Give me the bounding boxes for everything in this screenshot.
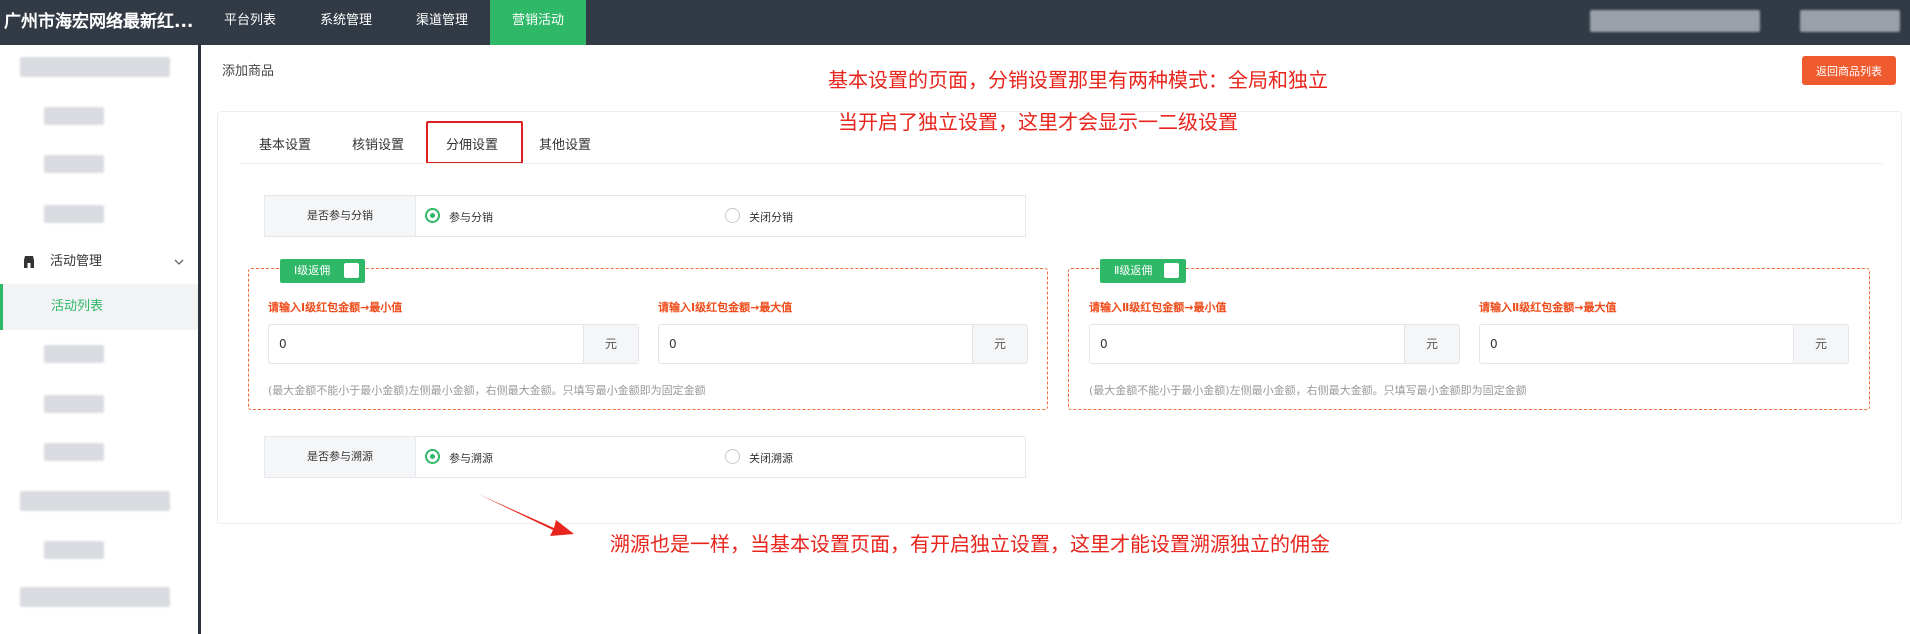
level2-min-unit: 元 (1404, 325, 1459, 363)
nav-tab-marketing[interactable]: 营销活动 (490, 0, 586, 45)
annotation-line3: 溯源也是一样，当基本设置页面，有开启独立设置，这里才能设置溯源独立的佣金 (610, 532, 1330, 556)
level1-max-value: 0 (669, 337, 677, 351)
level1-max-input[interactable]: 0 元 (658, 324, 1028, 364)
shop-icon (24, 256, 34, 268)
level2-max-input[interactable]: 0 元 (1479, 324, 1849, 364)
traceability-off-radio[interactable] (725, 449, 740, 464)
sidebar-item-redacted[interactable] (44, 107, 104, 125)
tab-highlight-box (426, 121, 523, 164)
distribution-on-label[interactable]: 参与分销 (449, 209, 493, 225)
distribution-label: 是否参与分销 (265, 196, 416, 236)
nav-tab-system-management[interactable]: 系统管理 (306, 0, 386, 45)
traceability-label: 是否参与溯源 (265, 437, 416, 477)
level2-max-value: 0 (1490, 337, 1498, 351)
level2-toggle[interactable]: Ⅱ级返佣 (1100, 259, 1186, 283)
user-info-redacted (1590, 10, 1760, 32)
sidebar-divider (198, 45, 201, 634)
top-bar: 广州市海宏网络最新红... 平台列表 系统管理 渠道管理 营销活动 (0, 0, 1910, 45)
tabs-underline (240, 163, 1883, 164)
sidebar-item-label: 活动列表 (51, 299, 104, 314)
sidebar-item-redacted[interactable] (44, 155, 104, 173)
app-title: 广州市海宏网络最新红... (4, 12, 194, 32)
chevron-down-icon (174, 259, 184, 265)
level1-min-unit: 元 (583, 325, 638, 363)
nav-tab-platform-list[interactable]: 平台列表 (210, 0, 290, 45)
level1-min-input[interactable]: 0 元 (268, 324, 639, 364)
account-info-redacted (1800, 10, 1900, 32)
sidebar-item-redacted[interactable] (20, 491, 170, 511)
sidebar-group-label: 活动管理 (50, 254, 103, 269)
sidebar-item-redacted[interactable] (44, 345, 104, 363)
level2-min-input[interactable]: 0 元 (1089, 324, 1460, 364)
annotation-line1: 基本设置的页面，分销设置那里有两种模式：全局和独立 (828, 68, 1328, 92)
level2-max-unit: 元 (1793, 325, 1848, 363)
tab-verification-settings[interactable]: 核销设置 (352, 134, 404, 153)
sidebar-item-redacted[interactable] (44, 541, 104, 559)
traceability-off-label[interactable]: 关闭溯源 (749, 450, 793, 466)
level2-min-value: 0 (1100, 337, 1108, 351)
distribution-row: 是否参与分销 参与分销 关闭分销 (264, 195, 1026, 237)
traceability-on-radio[interactable] (425, 449, 440, 464)
distribution-on-radio[interactable] (425, 208, 440, 223)
sidebar-group-activity-management[interactable]: 活动管理 (0, 240, 198, 284)
distribution-off-label[interactable]: 关闭分销 (749, 209, 793, 225)
distribution-off-radio[interactable] (725, 208, 740, 223)
sidebar: 活动管理 活动列表 (0, 45, 198, 634)
sidebar-item-redacted[interactable] (20, 587, 170, 607)
sidebar-item-redacted[interactable] (20, 57, 170, 77)
traceability-row: 是否参与溯源 参与溯源 关闭溯源 (264, 436, 1026, 478)
breadcrumb: 添加商品 (222, 64, 275, 79)
traceability-on-label[interactable]: 参与溯源 (449, 450, 493, 466)
sidebar-item-activity-list[interactable]: 活动列表 (0, 284, 198, 330)
level2-checkbox[interactable] (1164, 263, 1179, 278)
back-to-product-list-button[interactable]: 返回商品列表 (1802, 56, 1896, 85)
level1-max-label: 请输入Ⅰ级红包金额→最大值 (658, 301, 793, 314)
tab-basic-settings[interactable]: 基本设置 (259, 134, 311, 153)
tab-other-settings[interactable]: 其他设置 (539, 134, 591, 153)
level2-min-label: 请输入Ⅱ级红包金额→最小值 (1089, 301, 1227, 314)
level1-badge-label: Ⅰ级返佣 (294, 264, 331, 277)
annotation-arrow-icon (478, 494, 574, 536)
nav-tab-channel-management[interactable]: 渠道管理 (402, 0, 482, 45)
sidebar-item-redacted[interactable] (44, 205, 104, 223)
annotation-line2: 当开启了独立设置，这里才会显示一二级设置 (838, 110, 1238, 134)
level2-max-label: 请输入Ⅱ级红包金额→最大值 (1479, 301, 1617, 314)
level2-hint: (最大金额不能小于最小金额)左侧最小金额，右侧最大金额。只填写最小金额即为固定金… (1089, 384, 1527, 397)
level2-badge-label: Ⅱ级返佣 (1114, 264, 1153, 277)
level1-toggle[interactable]: Ⅰ级返佣 (280, 259, 365, 283)
sidebar-item-redacted[interactable] (44, 395, 104, 413)
level1-min-label: 请输入Ⅰ级红包金额→最小值 (268, 301, 403, 314)
level1-min-value: 0 (279, 337, 287, 351)
level1-checkbox[interactable] (344, 263, 359, 278)
level1-hint: (最大金额不能小于最小金额)左侧最小金额，右侧最大金额。只填写最小金额即为固定金… (268, 384, 706, 397)
level1-max-unit: 元 (972, 325, 1027, 363)
sidebar-item-redacted[interactable] (44, 443, 104, 461)
